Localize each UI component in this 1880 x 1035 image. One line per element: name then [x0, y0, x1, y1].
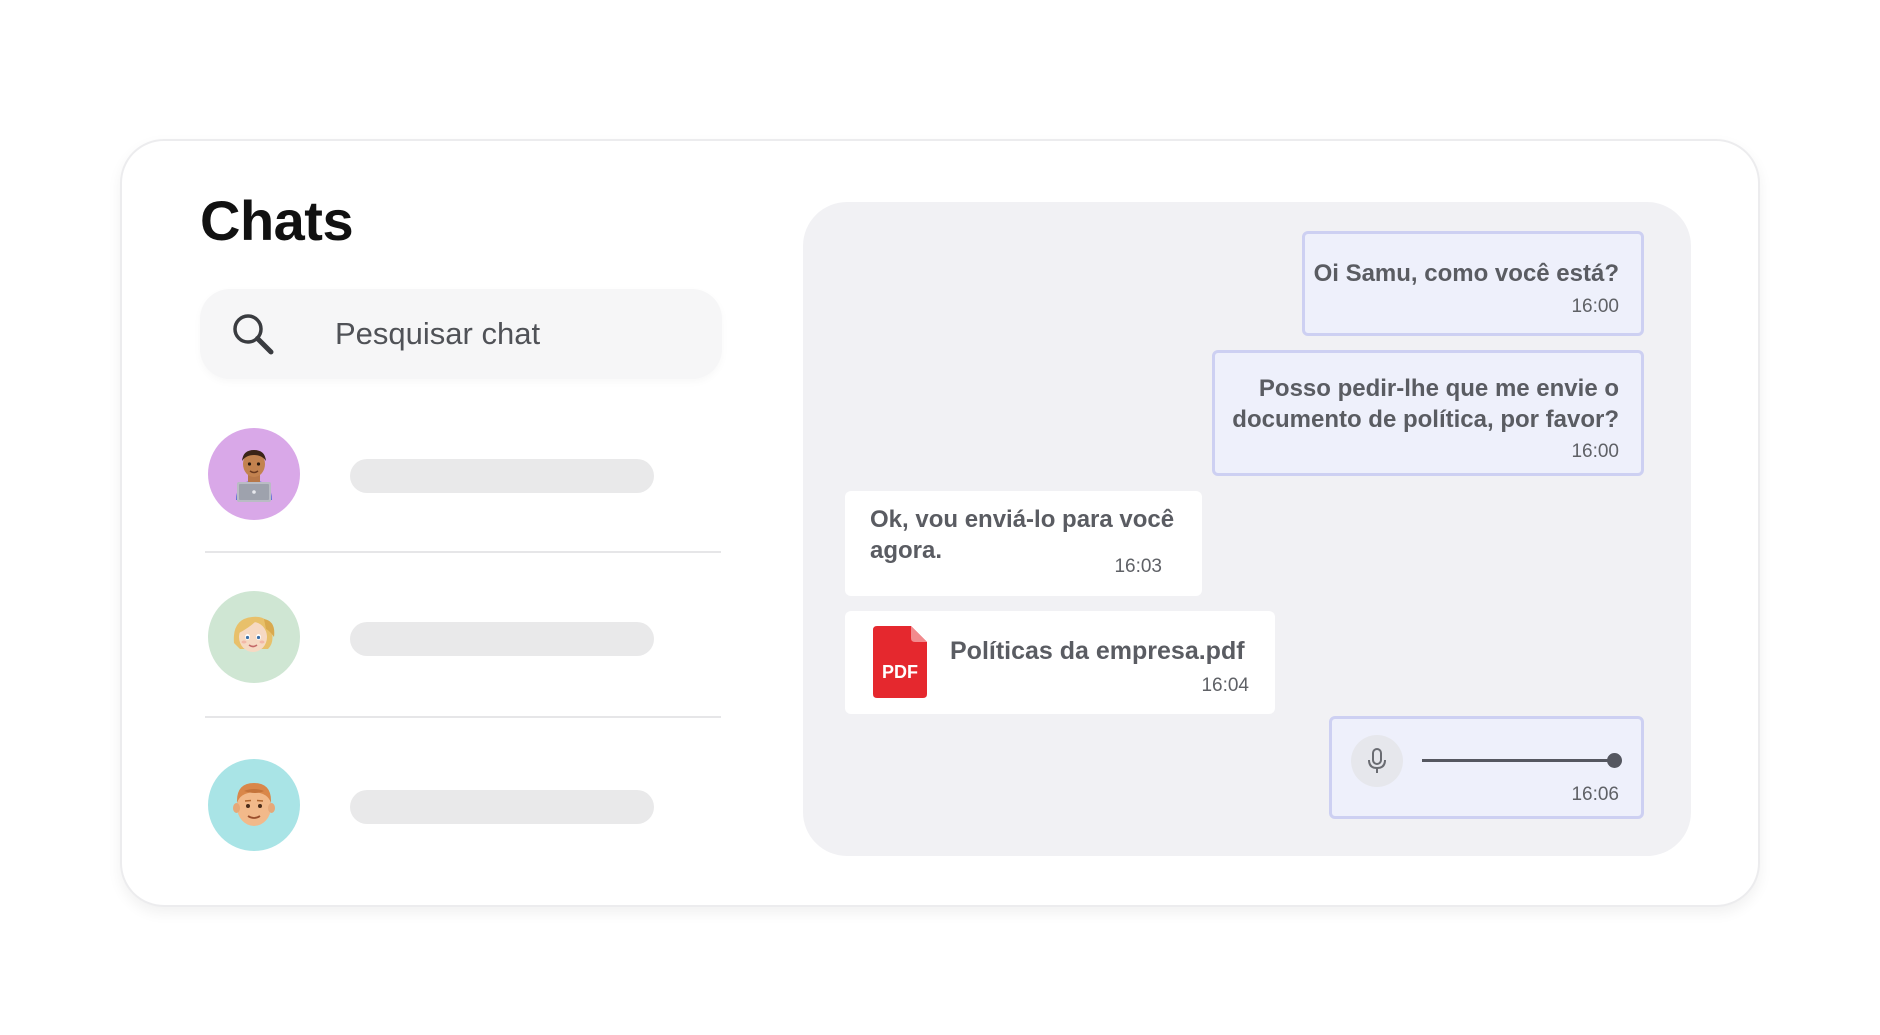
divider: [205, 551, 721, 553]
search-input[interactable]: Pesquisar chat: [335, 316, 540, 352]
message-time: 16:03: [1114, 556, 1162, 577]
message-text-line: Ok, vou enviá-lo para você: [870, 506, 1175, 533]
name-placeholder-bar: [350, 459, 654, 493]
avatar: [208, 759, 300, 851]
divider: [205, 716, 721, 718]
chat-list-item[interactable]: [205, 759, 725, 859]
chat-list-item[interactable]: [205, 591, 725, 691]
audio-progress-track[interactable]: [1422, 759, 1614, 762]
message-text-line: agora.: [870, 537, 943, 564]
message-time: 16:00: [1571, 441, 1619, 462]
blonde-woman-emoji: [233, 616, 275, 652]
search-bar[interactable]: Pesquisar chat: [200, 289, 722, 379]
pdf-badge: PDF: [882, 662, 918, 682]
page-title: Chats: [200, 189, 354, 252]
microphone-icon[interactable]: [1351, 735, 1403, 787]
message-bubble-incoming: Ok, vou enviá-lo para você agora. 16:03: [845, 491, 1202, 596]
message-bubble-outgoing: Oi Samu, como você está? 16:00: [1302, 231, 1644, 336]
message-text: Oi Samu, como você está?: [1313, 260, 1619, 287]
technologist-emoji: [236, 450, 272, 502]
message-time: 16:04: [1201, 675, 1249, 696]
message-time: 16:06: [1571, 784, 1619, 805]
message-text-line: Posso pedir-lhe que me envie o: [1258, 375, 1619, 402]
message-text-line: documento de política, por favor?: [1232, 406, 1619, 433]
avatar: [208, 428, 300, 520]
file-name[interactable]: Políticas da empresa.pdf: [950, 636, 1245, 667]
redhead-man-emoji: [233, 783, 275, 826]
audio-progress-handle[interactable]: [1607, 753, 1622, 768]
message-bubble-outgoing: Posso pedir-lhe que me envie o documento…: [1212, 350, 1644, 476]
avatar: [208, 591, 300, 683]
search-icon: [230, 311, 276, 357]
chat-list-item[interactable]: [205, 428, 725, 528]
message-bubble-audio: 16:06: [1329, 716, 1644, 819]
name-placeholder-bar: [350, 622, 654, 656]
pdf-icon: PDF: [873, 626, 927, 698]
name-placeholder-bar: [350, 790, 654, 824]
message-time: 16:00: [1571, 296, 1619, 317]
message-bubble-file[interactable]: PDF Políticas da empresa.pdf 16:04: [845, 611, 1275, 714]
